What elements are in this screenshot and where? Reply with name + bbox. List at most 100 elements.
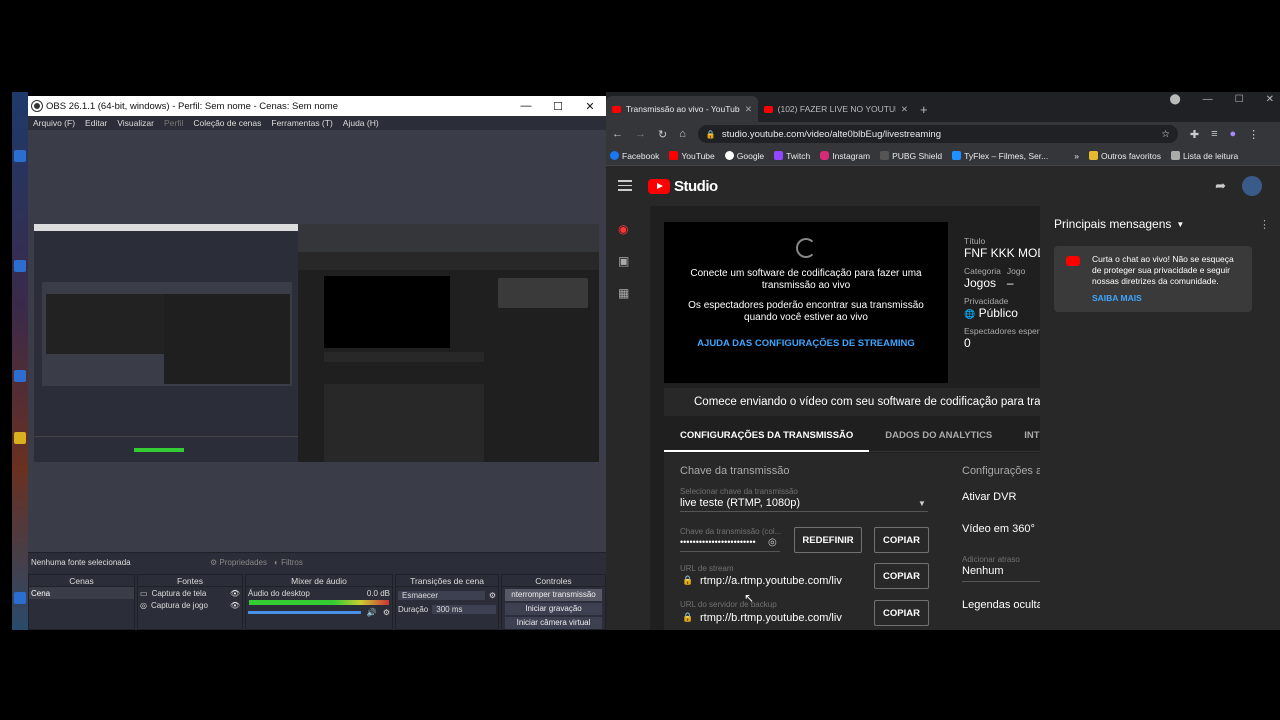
- tab-live-streaming[interactable]: Transmissão ao vivo - YouTube St ✕: [606, 96, 758, 122]
- more-bookmarks-icon[interactable]: »: [1074, 151, 1079, 161]
- tab-stream-settings[interactable]: CONFIGURAÇÕES DA TRANSMISSÃO: [663, 430, 870, 452]
- captions-toggle-label[interactable]: Legendas oculta: [962, 599, 1040, 611]
- eye-icon[interactable]: 👁: [230, 589, 240, 598]
- new-tab-icon[interactable]: +: [914, 96, 934, 122]
- menu-tools[interactable]: Ferramentas (T): [271, 118, 332, 128]
- chevron-down-icon[interactable]: ▼: [1176, 220, 1184, 229]
- speaker-icon[interactable]: 🔊: [367, 608, 377, 617]
- bookmark-tyflex[interactable]: TyFlex – Filmes, Ser...: [952, 151, 1048, 161]
- close-icon[interactable]: ✕: [574, 100, 606, 113]
- stop-streaming-button[interactable]: nterromper transmissão: [505, 589, 602, 601]
- start-virtual-camera-button[interactable]: Iniciar câmera virtual: [505, 617, 602, 629]
- maximize-icon[interactable]: ☐: [1235, 94, 1244, 105]
- extensions-icon[interactable]: ✚: [1190, 128, 1199, 141]
- camera-icon[interactable]: ▣: [618, 254, 634, 268]
- transition-select[interactable]: Esmaecer: [398, 590, 485, 600]
- lock-icon: 🔒: [705, 129, 716, 139]
- profile-icon[interactable]: ●: [1230, 128, 1237, 140]
- menu-file[interactable]: Arquivo (F): [33, 118, 75, 128]
- tab-analytics[interactable]: DADOS DO ANALYTICS: [885, 430, 992, 441]
- youtube-studio: Studio ➦ ◉ ▣ ▦ Conecte um software de co…: [606, 166, 1280, 630]
- desktop-shortcut-icon[interactable]: [14, 592, 26, 604]
- start-recording-button[interactable]: Iniciar gravação: [505, 603, 602, 615]
- menu-view[interactable]: Visualizar: [117, 118, 154, 128]
- close-tab-icon[interactable]: ✕: [745, 104, 752, 115]
- address-bar[interactable]: 🔒 studio.youtube.com/video/alte0blbEug/l…: [697, 125, 1178, 143]
- learn-more-link[interactable]: SAIBA MAIS: [1092, 293, 1244, 304]
- chat-menu-icon[interactable]: ⋮: [1259, 218, 1270, 231]
- gear-icon[interactable]: ⚙: [489, 591, 496, 600]
- toolbar: ← → ↻ ⌂ 🔒 studio.youtube.com/video/alte0…: [606, 122, 1280, 146]
- desktop-shortcut-icon[interactable]: [14, 150, 26, 162]
- volume-slider[interactable]: [248, 610, 361, 614]
- desktop-shortcut-icon[interactable]: [14, 432, 26, 444]
- facebook-icon: [610, 151, 619, 160]
- obs-preview[interactable]: [28, 130, 606, 552]
- chat-title: Principais mensagens: [1054, 217, 1172, 231]
- loading-spinner-icon: [796, 238, 816, 258]
- home-icon[interactable]: ⌂: [679, 128, 686, 140]
- copy-url-button[interactable]: COPIAR: [874, 563, 929, 589]
- menu-profile[interactable]: Perfil: [164, 118, 183, 128]
- source-item[interactable]: ▭ Captura de tela 👁: [138, 587, 242, 599]
- menu-edit[interactable]: Editar: [85, 118, 107, 128]
- maximize-icon[interactable]: ☐: [542, 100, 574, 113]
- minimize-icon[interactable]: —: [510, 100, 542, 113]
- minimize-icon[interactable]: —: [1203, 94, 1213, 105]
- back-icon[interactable]: ←: [612, 128, 623, 140]
- chat-header[interactable]: Principais mensagens ▼ ⋮: [1040, 206, 1280, 242]
- tab-search-icon[interactable]: ⬤: [1169, 94, 1180, 105]
- bookmark-other[interactable]: Outros favoritos: [1088, 151, 1161, 161]
- stream-key-input[interactable]: ••••••••••••••••••••••••: [680, 537, 766, 547]
- gear-icon[interactable]: ⚙: [383, 608, 390, 617]
- calendar-icon[interactable]: ▦: [618, 286, 634, 300]
- desktop-shortcut-icon[interactable]: [14, 260, 26, 272]
- visibility-off-icon[interactable]: ◎: [768, 537, 777, 548]
- url-text: studio.youtube.com/video/alte0blbEug/liv…: [721, 128, 942, 140]
- filters-button[interactable]: ◐ Filtros: [274, 558, 303, 567]
- reset-key-button[interactable]: REDEFINIR: [794, 527, 862, 553]
- hamburger-menu-icon[interactable]: [618, 180, 632, 194]
- reading-list-icon: [1170, 151, 1180, 160]
- dropdown-arrow-icon[interactable]: ▼: [918, 499, 926, 508]
- avatar[interactable]: [1242, 176, 1262, 196]
- eye-icon[interactable]: 👁: [230, 601, 240, 610]
- close-icon[interactable]: ✕: [1266, 94, 1274, 105]
- select-key-dropdown[interactable]: live teste (RTMP, 1080p): [680, 497, 930, 509]
- reload-icon[interactable]: ↻: [658, 128, 667, 141]
- copy-backup-url-button[interactable]: COPIAR: [874, 600, 929, 626]
- bookmark-twitch[interactable]: Twitch: [774, 151, 810, 161]
- dvr-toggle-label[interactable]: Ativar DVR: [962, 491, 1016, 503]
- 360-video-toggle-label[interactable]: Vídeo em 360°: [962, 523, 1035, 535]
- bookmark-google[interactable]: Google: [724, 151, 764, 161]
- close-tab-icon[interactable]: ✕: [901, 104, 908, 115]
- controls-title: Controles: [502, 575, 605, 587]
- youtube-favicon-icon: [764, 105, 773, 113]
- bookmark-instagram[interactable]: Instagram: [820, 151, 870, 161]
- select-key-label: Selecionar chave da transmissão: [680, 487, 798, 496]
- properties-button[interactable]: ⚙ Propriedades: [210, 558, 267, 567]
- share-icon[interactable]: ➦: [1215, 178, 1226, 194]
- stream-icon[interactable]: ◉: [618, 222, 634, 236]
- menu-kebab-icon[interactable]: ⋮: [1248, 128, 1259, 141]
- streaming-help-link[interactable]: AJUDA DAS CONFIGURAÇÕES DE STREAMING: [664, 338, 948, 349]
- bookmark-pubg-shield[interactable]: PUBG Shield: [880, 151, 942, 161]
- bookmark-youtube[interactable]: YouTube: [669, 151, 715, 161]
- source-item[interactable]: ◎ Captura de jogo 👁: [138, 599, 242, 611]
- media-icon[interactable]: ≡: [1211, 128, 1217, 140]
- obs-window-title: OBS 26.1.1 (64-bit, windows) - Perfil: S…: [46, 100, 338, 112]
- desktop-shortcut-icon[interactable]: [14, 370, 26, 382]
- menu-help[interactable]: Ajuda (H): [343, 118, 379, 128]
- tab-health[interactable]: INTEGRIDA: [1024, 430, 1040, 441]
- tab-youtube-video[interactable]: (102) FAZER LIVE NO YOUTUBE P ✕: [758, 96, 914, 122]
- scene-item[interactable]: Cena: [29, 587, 134, 599]
- bookmark-facebook[interactable]: Facebook: [610, 151, 659, 161]
- forward-icon[interactable]: →: [635, 128, 646, 140]
- delay-select[interactable]: Nenhum: [962, 565, 1004, 577]
- studio-logo[interactable]: Studio: [648, 178, 718, 195]
- bookmark-star-icon[interactable]: ☆: [1161, 129, 1170, 140]
- duration-input[interactable]: 300 ms: [432, 604, 496, 614]
- copy-key-button[interactable]: COPIAR: [874, 527, 929, 553]
- reading-list[interactable]: Lista de leitura: [1170, 151, 1238, 161]
- menu-scene-collection[interactable]: Coleção de cenas: [193, 118, 261, 128]
